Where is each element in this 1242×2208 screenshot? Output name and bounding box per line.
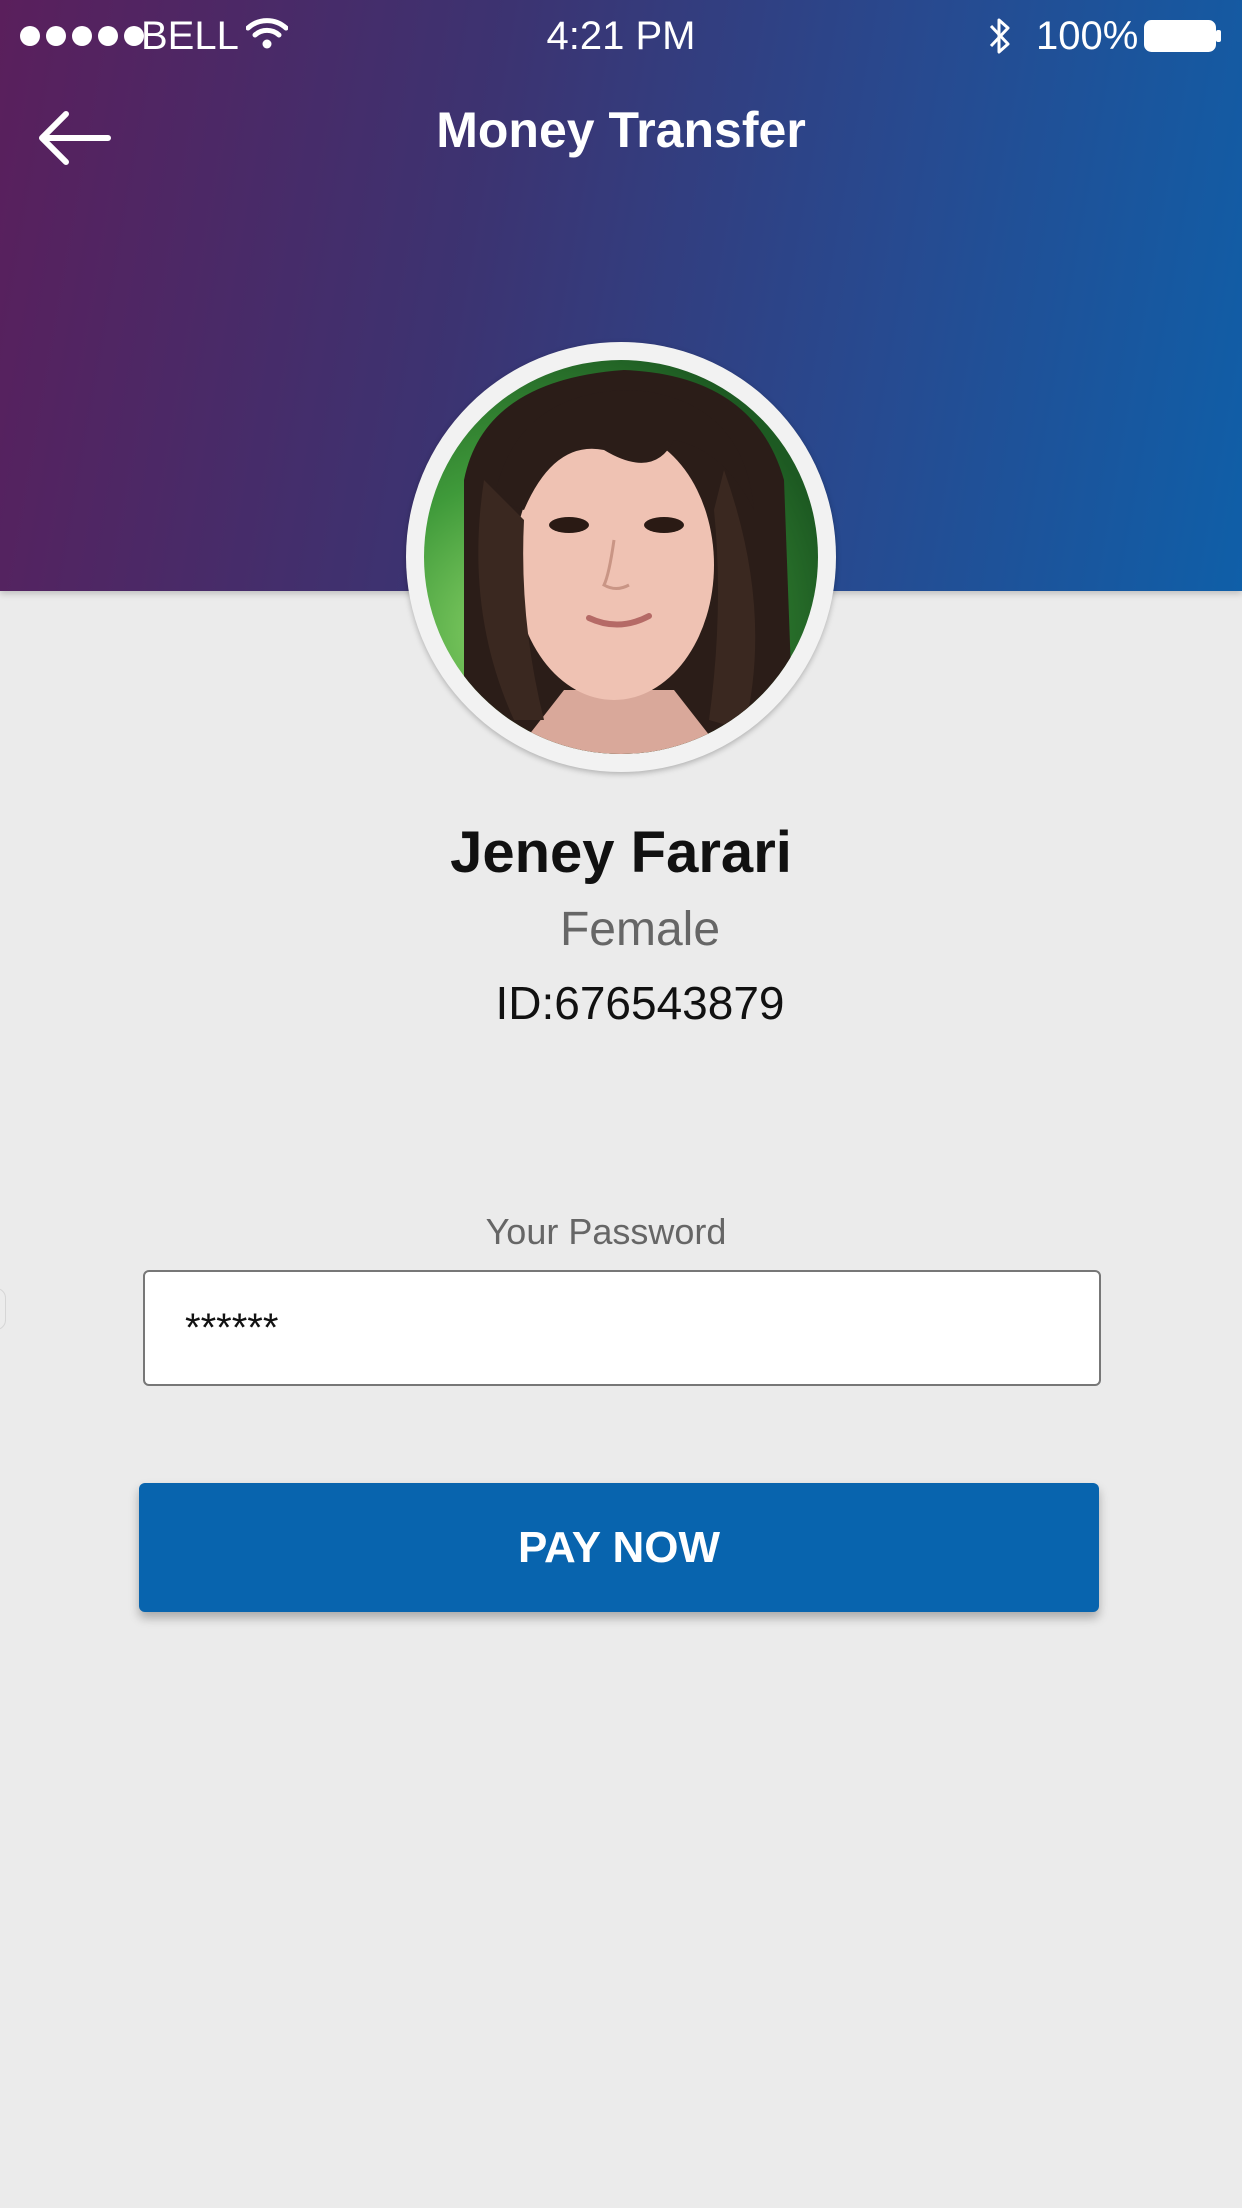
pay-now-button[interactable]: PAY NOW: [139, 1483, 1099, 1612]
edge-handle: [0, 1288, 6, 1330]
battery-icon: [1144, 20, 1221, 52]
status-bar: BELL 4:21 PM 100%: [0, 0, 1242, 72]
profile-id: ID:676543879: [495, 977, 785, 1029]
profile-gender: Female: [559, 903, 721, 956]
bluetooth-icon: [989, 18, 1010, 54]
avatar: [406, 342, 836, 772]
page-title: Money Transfer: [436, 102, 806, 158]
password-field[interactable]: [143, 1270, 1101, 1386]
profile-photo: [424, 360, 818, 754]
password-label: Your Password: [485, 1211, 727, 1252]
profile-name: Jeney Farari: [450, 820, 792, 885]
battery-percent: 100%: [1036, 14, 1139, 58]
